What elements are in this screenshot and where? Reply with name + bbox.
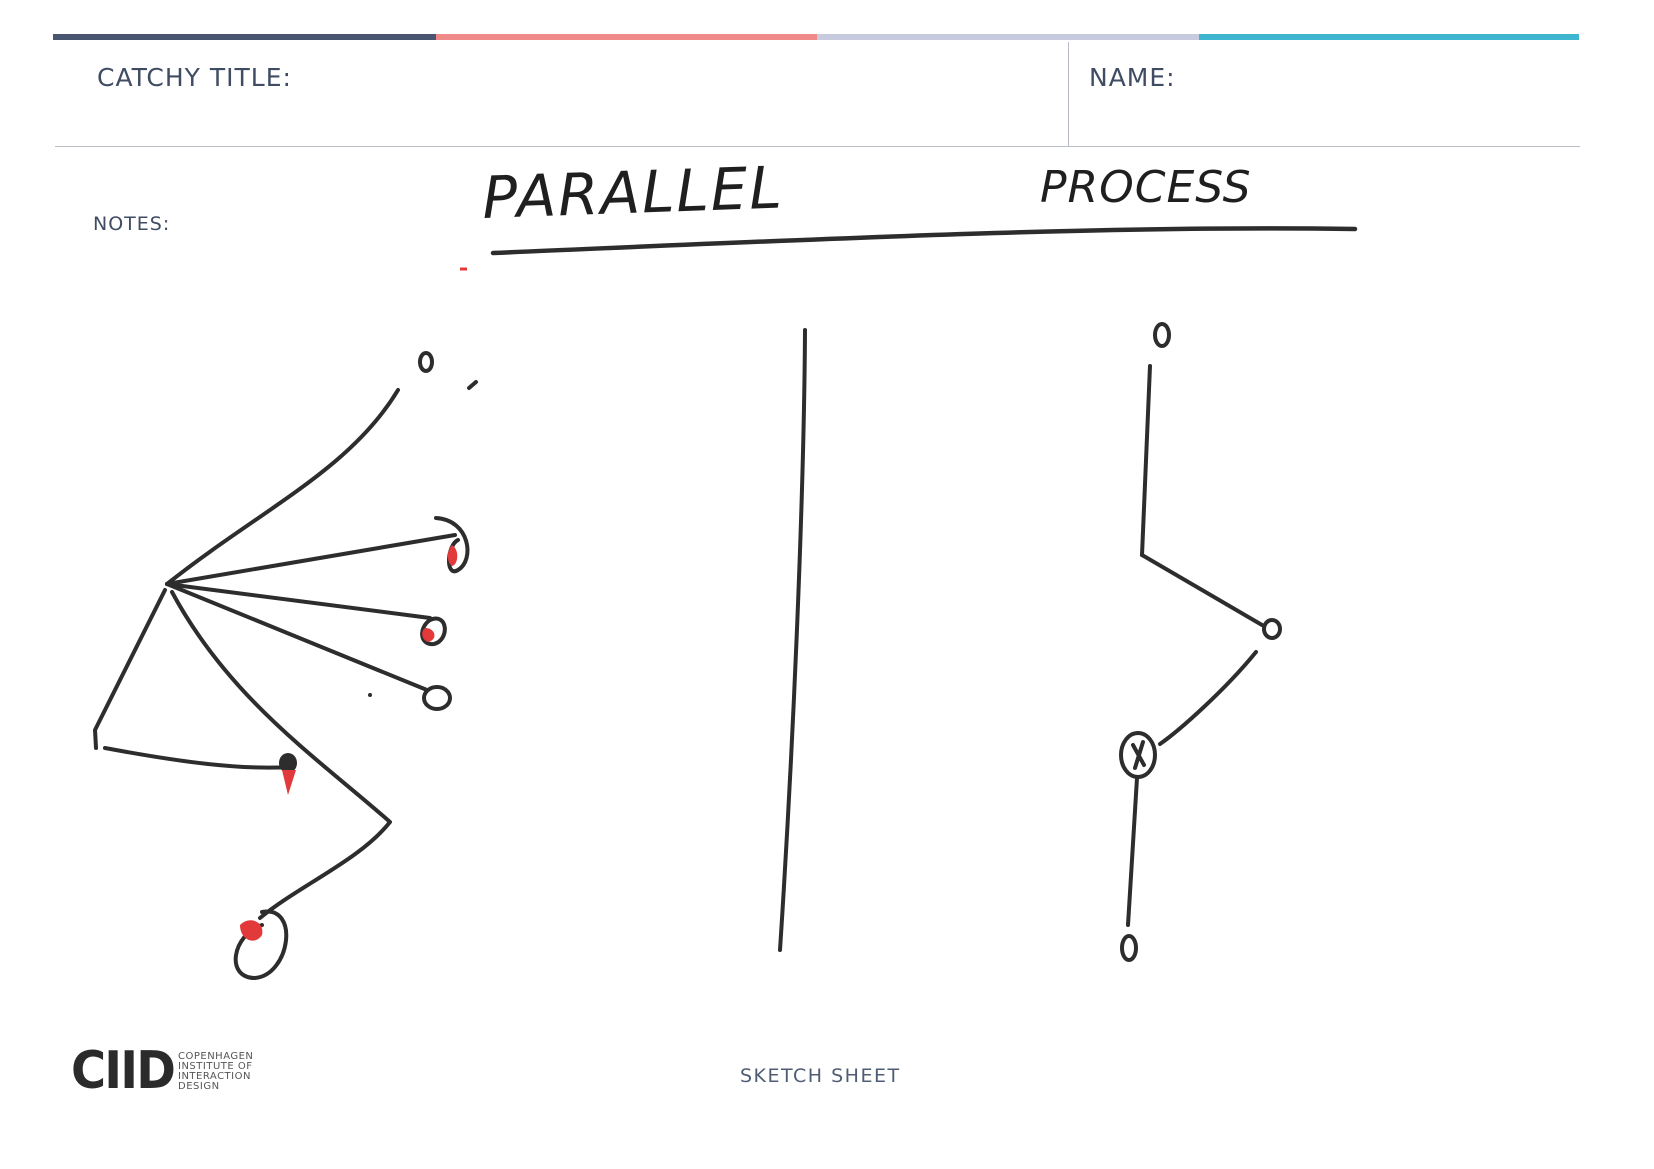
branch-line-5 — [93, 588, 167, 750]
branch-node-top — [418, 351, 434, 373]
logo-line: DESIGN — [178, 1081, 220, 1092]
tick-mark — [467, 380, 478, 390]
node-highlight-1 — [447, 545, 458, 566]
stray-dot — [368, 693, 372, 697]
sequence-line-4 — [1126, 776, 1139, 927]
sequential-sketch — [1119, 322, 1282, 962]
sequence-line-2 — [1140, 553, 1264, 627]
title-underline — [490, 226, 1358, 256]
sketch-sheet-label: SKETCH SHEET — [740, 1065, 901, 1087]
branch-line-7 — [170, 590, 392, 920]
sketch-drawing: PARALLEL PROCESS — [93, 154, 1358, 980]
handwritten-title-process: PROCESS — [1040, 162, 1252, 213]
branch-node-3 — [422, 685, 452, 711]
branch-line-6 — [103, 746, 292, 770]
sequence-node-top — [1153, 322, 1171, 348]
ciid-logo: CIID — [71, 1041, 176, 1101]
ciid-logo-text: COPENHAGEN INSTITUTE OF INTERACTION DESI… — [178, 1052, 268, 1092]
sequence-node-3-inner — [1131, 740, 1146, 770]
sequence-line-3 — [1158, 650, 1258, 746]
branch-line-1 — [165, 388, 400, 586]
branch-line-2 — [165, 533, 457, 586]
branching-sketch — [93, 351, 478, 980]
sequence-line-1 — [1140, 364, 1152, 557]
node-highlight-4 — [282, 770, 296, 795]
sequence-node-2 — [1262, 618, 1282, 640]
handwritten-title-parallel: PARALLEL — [481, 154, 785, 232]
sequence-node-bottom — [1120, 934, 1138, 962]
center-divider-line — [778, 328, 807, 952]
branch-node-spiral-5 — [233, 909, 289, 980]
